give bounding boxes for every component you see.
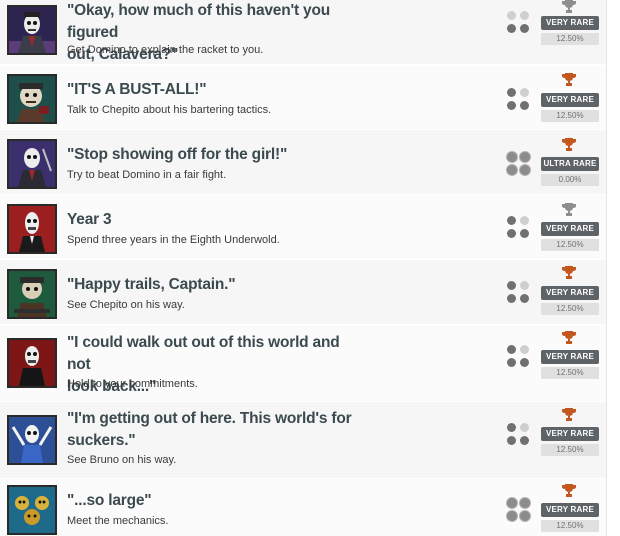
domino-portrait-icon	[7, 5, 57, 55]
unlock-percentage: 12.50%	[541, 239, 599, 251]
bronze-trophy-icon	[562, 266, 576, 279]
silver-trophy-icon	[562, 0, 576, 13]
mechanics-portrait-icon	[7, 485, 57, 535]
unlock-percentage: 12.50%	[541, 303, 599, 315]
progress-dots	[507, 423, 531, 447]
progress-dots	[507, 345, 531, 369]
achievement-title: "Happy trails, Captain."	[67, 276, 236, 293]
bronze-trophy-icon	[562, 331, 576, 344]
rarity-badge: VERY RARE	[541, 286, 599, 300]
rarity-badge: VERY RARE	[541, 222, 599, 236]
unlock-percentage: 12.50%	[541, 33, 599, 45]
achievement-row[interactable]: "Stop showing off for the girl!" Try to …	[0, 130, 606, 195]
unlock-percentage: 0.00%	[541, 174, 599, 186]
rarity-badge: VERY RARE	[541, 350, 599, 364]
progress-dots	[507, 281, 531, 305]
manny-portrait-icon	[7, 204, 57, 254]
progress-dots	[507, 88, 531, 112]
achievement-title: Year 3	[67, 211, 112, 228]
achievement-row[interactable]: "Okay, how much of this haven't you figu…	[0, 0, 606, 65]
achievement-title: "I'm getting out of here. This world's f…	[67, 408, 357, 452]
bruno-portrait-icon	[7, 415, 57, 465]
unlock-percentage: 12.50%	[541, 520, 599, 532]
achievement-title-line2: suckers."	[67, 432, 136, 449]
bronze-trophy-icon	[562, 484, 576, 497]
achievement-description: Talk to Chepito about his bartering tact…	[67, 104, 272, 116]
rarity-badge: VERY RARE	[541, 16, 599, 30]
rarity-badge: VERY RARE	[541, 427, 599, 441]
domino-fight-icon	[7, 139, 57, 189]
achievement-title-line1: "Okay, how much of this haven't you figu…	[67, 2, 330, 41]
achievement-title-line1: "I'm getting out of here. This world's f…	[67, 410, 352, 427]
achievement-row[interactable]: "I could walk out out of this world and …	[0, 325, 606, 402]
chepito-portrait-icon	[7, 74, 57, 124]
unlock-percentage: 12.50%	[541, 444, 599, 456]
manny-walk-icon	[7, 338, 57, 388]
scrollbar-track[interactable]	[606, 0, 620, 536]
progress-dots	[507, 152, 531, 176]
rarity-badge: VERY RARE	[541, 93, 599, 107]
bronze-trophy-icon	[562, 408, 576, 421]
unlock-percentage: 12.50%	[541, 110, 599, 122]
unlock-percentage: 12.50%	[541, 367, 599, 379]
achievement-row[interactable]: "I'm getting out of here. This world's f…	[0, 402, 606, 479]
achievement-description: See Chepito on his way.	[67, 299, 185, 311]
achievement-title: "...so large"	[67, 492, 152, 509]
achievement-description: Try to beat Domino in a fair fight.	[67, 169, 227, 181]
rarity-badge: ULTRA RARE	[541, 157, 599, 171]
rarity-badge: VERY RARE	[541, 503, 599, 517]
achievement-description: Get Domino to explain the racket to you.	[67, 44, 264, 56]
achievement-row[interactable]: Year 3 Spend three years in the Eighth U…	[0, 195, 606, 260]
achievement-title-line1: "I could walk out out of this world and …	[67, 334, 340, 373]
achievement-title: "Stop showing off for the girl!"	[67, 146, 288, 163]
bronze-trophy-icon	[562, 138, 576, 151]
achievement-description: See Bruno on his way.	[67, 454, 177, 466]
progress-dots	[507, 498, 531, 522]
bronze-trophy-icon	[562, 73, 576, 86]
silver-trophy-icon	[562, 203, 576, 216]
achievement-row[interactable]: "...so large" Meet the mechanics. VERY R…	[0, 479, 606, 536]
progress-dots	[507, 11, 531, 35]
achievement-description: Spend three years in the Eighth Underwol…	[67, 234, 280, 246]
achievement-description: Meet the mechanics.	[67, 515, 169, 527]
achievement-title: "IT'S A BUST-ALL!"	[67, 81, 207, 98]
achievement-row[interactable]: "Happy trails, Captain." See Chepito on …	[0, 260, 606, 325]
progress-dots	[507, 216, 531, 240]
chepito-boat-icon	[7, 269, 57, 319]
achievement-row[interactable]: "IT'S A BUST-ALL!" Talk to Chepito about…	[0, 65, 606, 130]
achievement-description: Hold to your commitments.	[67, 378, 198, 390]
achievement-list: "Okay, how much of this haven't you figu…	[0, 0, 606, 536]
